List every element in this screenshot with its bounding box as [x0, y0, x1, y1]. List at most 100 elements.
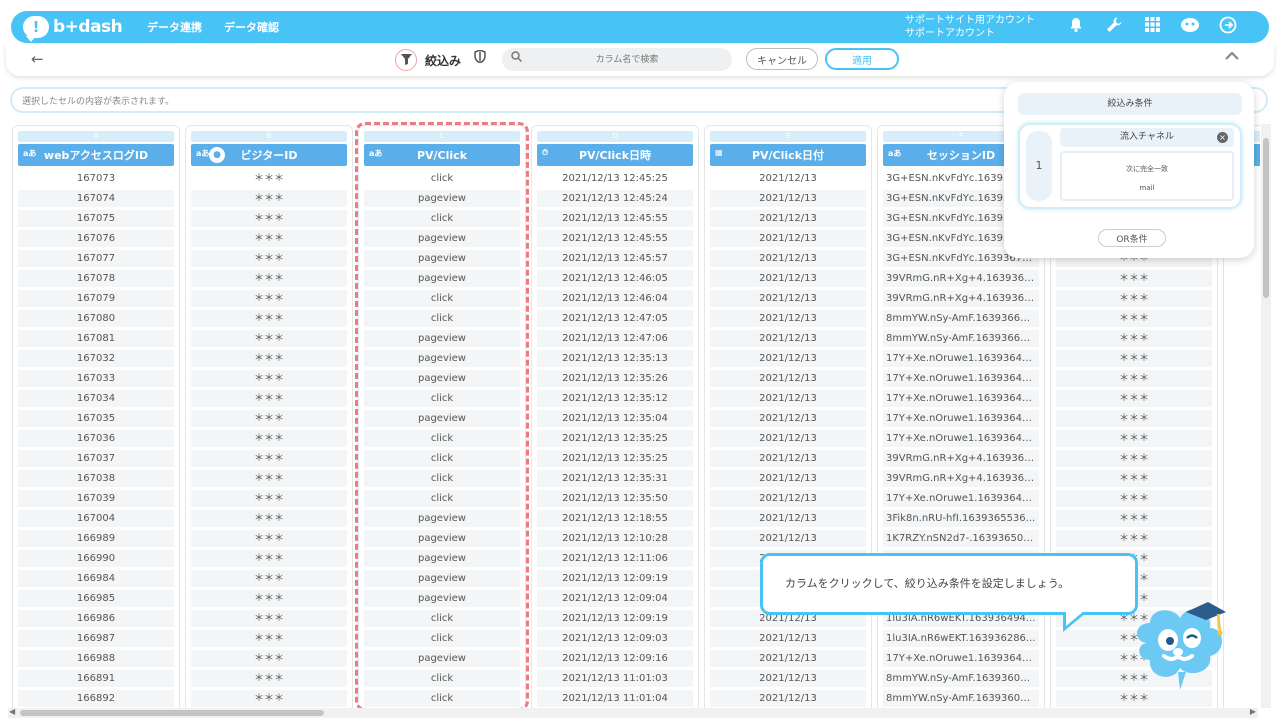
table-cell[interactable]: ＊＊＊: [1056, 530, 1212, 547]
table-cell[interactable]: ＊＊＊: [191, 670, 347, 687]
table-cell[interactable]: click: [364, 310, 520, 327]
table-cell[interactable]: 2021/12/13 12:09:19: [537, 610, 693, 627]
table-cell[interactable]: ＊＊＊: [191, 510, 347, 527]
table-cell[interactable]: 166990: [18, 550, 174, 567]
table-cell[interactable]: 2021/12/13: [710, 510, 866, 527]
table-cell[interactable]: 2021/12/13: [710, 330, 866, 347]
table-cell[interactable]: ＊＊＊: [1056, 450, 1212, 467]
table-cell[interactable]: ＊＊＊: [191, 390, 347, 407]
table-cell[interactable]: 167076: [18, 230, 174, 247]
table-cell[interactable]: 17Y+Xe.nOruwe1.16393649...: [883, 390, 1039, 407]
table-cell[interactable]: 2021/12/13: [710, 650, 866, 667]
table-cell[interactable]: ＊＊＊: [191, 290, 347, 307]
column-header[interactable]: aあ ● ビジターID: [191, 144, 347, 166]
table-cell[interactable]: ＊＊＊: [191, 350, 347, 367]
table-cell[interactable]: click: [364, 390, 520, 407]
table-cell[interactable]: ＊＊＊: [1056, 310, 1212, 327]
nav-link-data-integration[interactable]: データ連携: [147, 19, 202, 35]
vertical-scroll-thumb[interactable]: [1263, 138, 1269, 298]
table-cell[interactable]: ＊＊＊: [191, 330, 347, 347]
table-cell[interactable]: 17Y+Xe.nOruwe1.16393649...: [883, 650, 1039, 667]
table-cell[interactable]: ＊＊＊: [191, 550, 347, 567]
column-search[interactable]: [502, 48, 732, 71]
table-cell[interactable]: ＊＊＊: [191, 590, 347, 607]
table-cell[interactable]: pageview: [364, 570, 520, 587]
table-cell[interactable]: 2021/12/13: [710, 470, 866, 487]
table-cell[interactable]: 17Y+Xe.nOruwe1.16393649...: [883, 490, 1039, 507]
table-cell[interactable]: ＊＊＊: [191, 270, 347, 287]
table-cell[interactable]: 39VRmG.nR+Xg+4.16393655...: [883, 290, 1039, 307]
table-cell[interactable]: ＊＊＊: [1056, 410, 1212, 427]
table-cell[interactable]: ＊＊＊: [191, 630, 347, 647]
table-cell[interactable]: click: [364, 430, 520, 447]
scroll-right-icon[interactable]: ▶: [1250, 707, 1256, 716]
column-header[interactable]: ⏱ PV/Click日時: [537, 144, 693, 166]
table-cell[interactable]: click: [364, 670, 520, 687]
table-cell[interactable]: 2021/12/13 12:10:28: [537, 530, 693, 547]
table-cell[interactable]: 167035: [18, 410, 174, 427]
column-header[interactable]: ▦ PV/Click日付: [710, 144, 866, 166]
scroll-left-icon[interactable]: ◀: [9, 707, 15, 716]
filter-condition-card[interactable]: 1 流入チャネル × 次に完全一致 mail: [1018, 123, 1242, 209]
table-cell[interactable]: 167039: [18, 490, 174, 507]
apply-button[interactable]: 適用: [825, 48, 899, 70]
table-cell[interactable]: 166986: [18, 610, 174, 627]
horizontal-scrollbar[interactable]: ◀ ▶: [8, 707, 1258, 718]
table-cell[interactable]: 2021/12/13 12:35:50: [537, 490, 693, 507]
table-cell[interactable]: ＊＊＊: [191, 370, 347, 387]
or-condition-button[interactable]: OR条件: [1098, 229, 1166, 247]
table-cell[interactable]: 2021/12/13: [710, 310, 866, 327]
mascot-help-icon[interactable]: [1171, 16, 1209, 39]
table-cell[interactable]: ＊＊＊: [191, 410, 347, 427]
search-input[interactable]: [530, 50, 724, 69]
table-cell[interactable]: 2021/12/13 12:11:06: [537, 550, 693, 567]
table-cell[interactable]: 2021/12/13: [710, 410, 866, 427]
table-cell[interactable]: 2021/12/13 12:45:55: [537, 230, 693, 247]
table-cell[interactable]: 167073: [18, 170, 174, 187]
table-cell[interactable]: pageview: [364, 650, 520, 667]
shield-icon[interactable]: [474, 49, 486, 67]
table-cell[interactable]: 2021/12/13: [710, 490, 866, 507]
table-cell[interactable]: 2021/12/13 12:35:13: [537, 350, 693, 367]
table-cell[interactable]: 166987: [18, 630, 174, 647]
table-cell[interactable]: pageview: [364, 510, 520, 527]
table-cell[interactable]: 2021/12/13: [710, 170, 866, 187]
table-cell[interactable]: 167037: [18, 450, 174, 467]
table-cell[interactable]: 2021/12/13 12:45:24: [537, 190, 693, 207]
table-cell[interactable]: 2021/12/13: [710, 690, 866, 707]
table-cell[interactable]: 2021/12/13 11:01:03: [537, 670, 693, 687]
table-cell[interactable]: 167036: [18, 430, 174, 447]
column-header[interactable]: aあ PV/Click: [364, 144, 520, 166]
table-cell[interactable]: 2021/12/13 12:46:04: [537, 290, 693, 307]
table-cell[interactable]: ＊＊＊: [1056, 430, 1212, 447]
column-b[interactable]: Baあ ● ビジターID ＊＊＊ ＊＊＊ ＊＊＊ ＊＊＊ ＊＊＊ ＊＊＊ ＊＊＊ ＊＊＊ ＊＊＊ ＊＊＊…: [185, 125, 353, 708]
table-cell[interactable]: 2021/12/13 11:01:04: [537, 690, 693, 707]
cancel-button[interactable]: キャンセル: [746, 48, 818, 70]
column-header[interactable]: aあ webアクセスログID: [18, 144, 174, 166]
table-cell[interactable]: 2021/12/13 12:35:04: [537, 410, 693, 427]
table-cell[interactable]: 39VRmG.nR+Xg+4.16393655...: [883, 470, 1039, 487]
nav-link-data-check[interactable]: データ確認: [224, 19, 279, 35]
table-cell[interactable]: 2021/12/13 12:35:26: [537, 370, 693, 387]
table-cell[interactable]: ＊＊＊: [1056, 390, 1212, 407]
table-cell[interactable]: click: [364, 290, 520, 307]
table-cell[interactable]: 167034: [18, 390, 174, 407]
table-cell[interactable]: 167078: [18, 270, 174, 287]
table-cell[interactable]: 2021/12/13 12:45:55: [537, 210, 693, 227]
table-cell[interactable]: 2021/12/13 12:47:05: [537, 310, 693, 327]
table-cell[interactable]: ＊＊＊: [1056, 490, 1212, 507]
table-cell[interactable]: ＊＊＊: [1056, 690, 1212, 707]
table-cell[interactable]: 2021/12/13 12:46:05: [537, 270, 693, 287]
table-cell[interactable]: 2021/12/13 12:09:04: [537, 590, 693, 607]
table-cell[interactable]: 8mmYW.nSy-AmF.163936019...: [883, 670, 1039, 687]
table-cell[interactable]: 166985: [18, 590, 174, 607]
table-cell[interactable]: pageview: [364, 530, 520, 547]
table-cell[interactable]: ＊＊＊: [191, 190, 347, 207]
table-cell[interactable]: 2021/12/13: [710, 430, 866, 447]
table-cell[interactable]: 2021/12/13: [710, 630, 866, 647]
table-cell[interactable]: 2021/12/13 12:45:25: [537, 170, 693, 187]
table-cell[interactable]: ＊＊＊: [191, 450, 347, 467]
table-cell[interactable]: 167004: [18, 510, 174, 527]
table-cell[interactable]: 2021/12/13 12:47:06: [537, 330, 693, 347]
table-cell[interactable]: click: [364, 690, 520, 707]
